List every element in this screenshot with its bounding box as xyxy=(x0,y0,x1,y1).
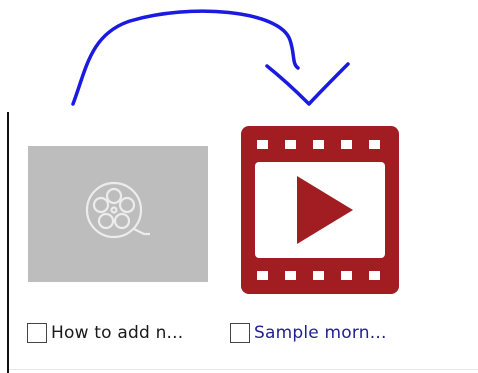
item-caption: How to add n... xyxy=(27,320,183,346)
panel-left-border xyxy=(7,112,9,373)
item-caption: Sample morn... xyxy=(230,320,387,346)
video-thumbnail-placeholder[interactable] xyxy=(28,146,208,282)
video-play-icon[interactable] xyxy=(241,126,399,294)
select-checkbox[interactable] xyxy=(27,323,47,343)
film-reel-icon xyxy=(85,181,150,239)
panel-bottom-divider xyxy=(9,369,478,370)
item-caption-label[interactable]: Sample morn... xyxy=(254,323,387,343)
select-checkbox[interactable] xyxy=(230,323,250,343)
item-caption-label[interactable]: How to add n... xyxy=(51,323,183,343)
